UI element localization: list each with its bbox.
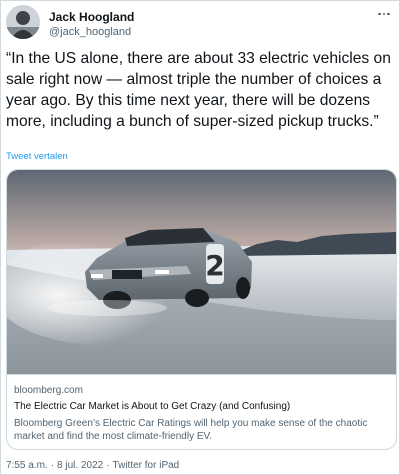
tweet-time[interactable]: 7:55 a.m.: [6, 460, 48, 471]
tweet-footer: 7:55 a.m. · 8 jul. 2022 · Twitter for iPad: [6, 460, 179, 471]
footer-separator-2: ·: [106, 460, 110, 471]
tweet-text: “In the US alone, there are about 33 ele…: [6, 50, 396, 130]
car-number: 2: [205, 249, 224, 282]
tweet-date[interactable]: 8 jul. 2022: [57, 460, 103, 471]
card-meta[interactable]: bloomberg.com The Electric Car Market is…: [7, 374, 396, 449]
card-image[interactable]: 2: [7, 170, 396, 374]
author-name[interactable]: Jack Hoogland: [49, 10, 134, 24]
card-description: Bloomberg Green’s Electric Car Ratings w…: [14, 418, 368, 442]
card-title: The Electric Car Market is About to Get …: [14, 401, 291, 412]
footer-separator: ·: [50, 460, 55, 471]
avatar[interactable]: [6, 5, 40, 39]
tweet-card: Jack Hoogland @jack_hoogland “In the US …: [0, 0, 400, 475]
card-domain: bloomberg.com: [14, 385, 83, 396]
tweet-source[interactable]: Twitter for iPad: [113, 460, 180, 471]
translate-link[interactable]: Tweet vertalen: [6, 151, 68, 162]
author-handle[interactable]: @jack_hoogland: [49, 26, 131, 38]
more-options-icon[interactable]: [375, 7, 393, 21]
link-card[interactable]: 2 bloomberg.com The Electric Car Market …: [6, 169, 397, 450]
tweet-header: Jack Hoogland @jack_hoogland: [6, 5, 393, 41]
